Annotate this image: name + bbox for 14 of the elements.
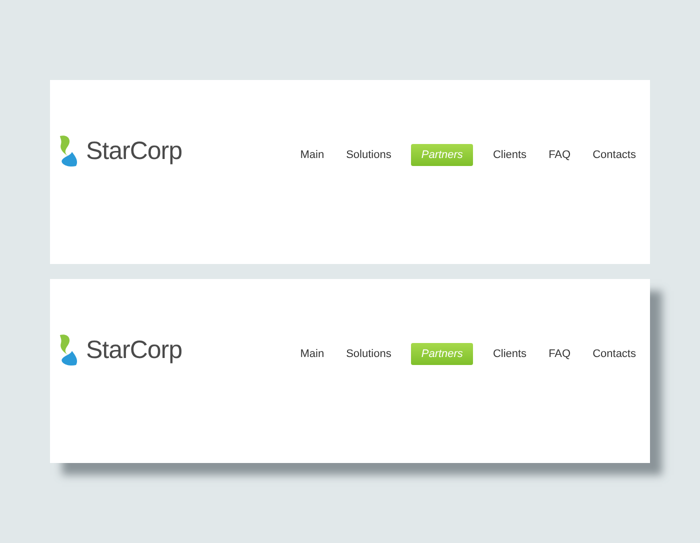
nav-link[interactable]: Main	[298, 343, 326, 365]
nav-link[interactable]: Clients	[490, 343, 529, 365]
logo-text: StarCorp	[86, 338, 182, 362]
nav-link[interactable]: Main	[298, 144, 326, 166]
logo-icon	[60, 334, 78, 366]
nav-link[interactable]: Clients	[490, 144, 529, 166]
nav-link[interactable]: Solutions	[344, 343, 394, 365]
logo-text: StarCorp	[86, 138, 182, 164]
logo-icon	[60, 136, 78, 167]
nav-link[interactable]: Solutions	[344, 144, 394, 166]
nav-link[interactable]: Contacts	[590, 144, 638, 166]
nav-link[interactable]: FAQ	[546, 144, 573, 166]
nav-link[interactable]: Contacts	[590, 343, 638, 365]
nav-link[interactable]: FAQ	[546, 343, 573, 365]
